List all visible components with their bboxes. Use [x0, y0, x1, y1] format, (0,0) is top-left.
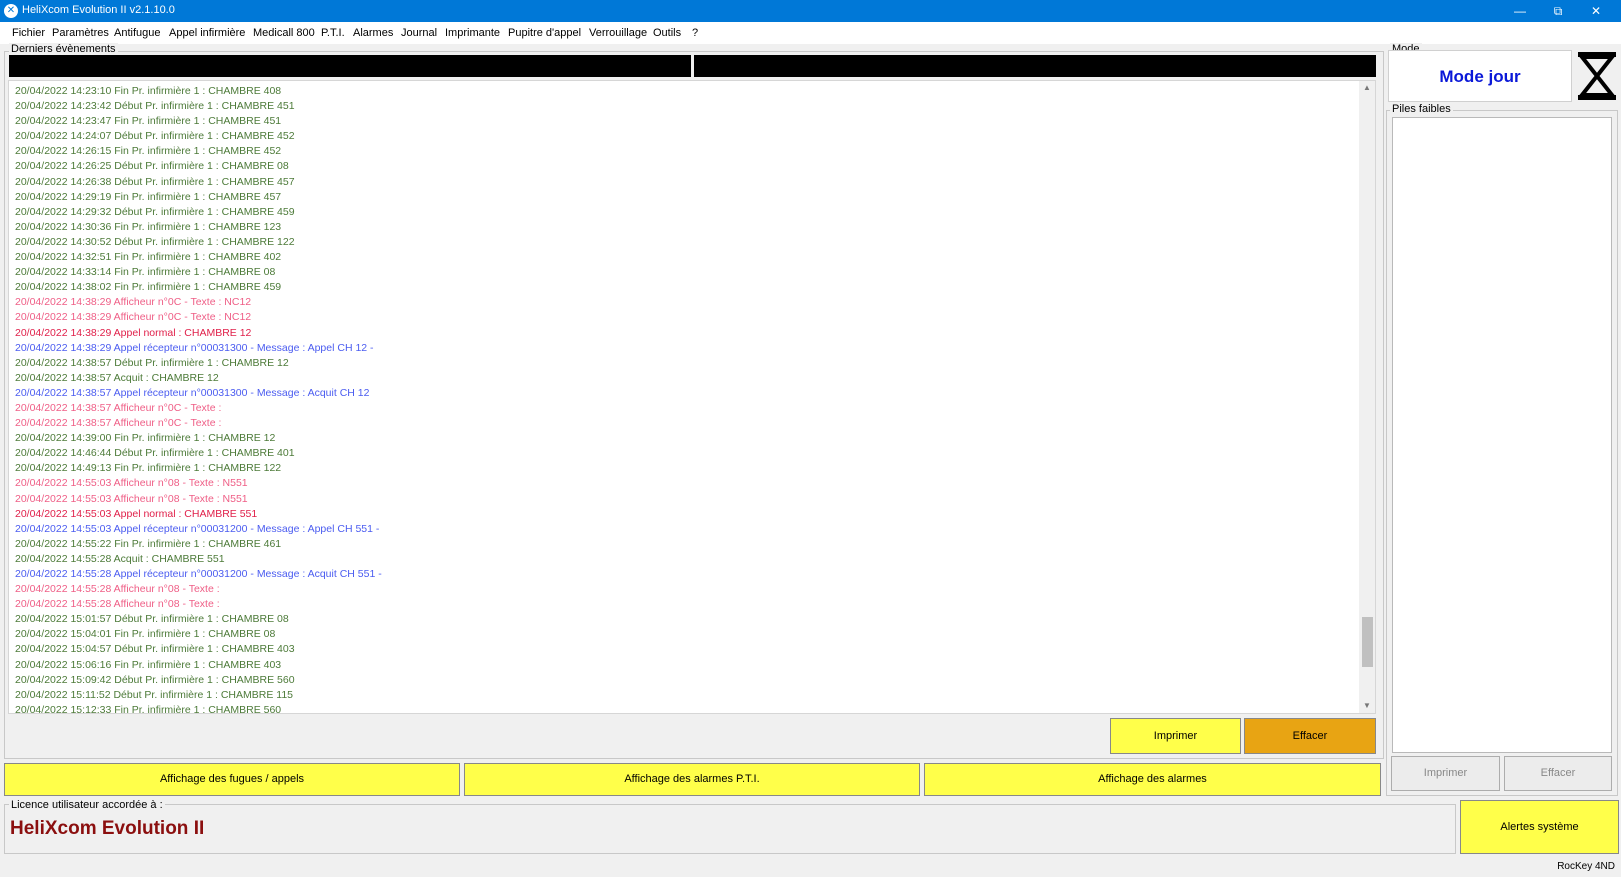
log-line: 20/04/2022 14:26:38 Début Pr. infirmière…	[15, 175, 295, 188]
license-name: HeliXcom Evolution II	[10, 818, 205, 839]
log-line: 20/04/2022 14:30:52 Début Pr. infirmière…	[15, 235, 295, 248]
log-line: 20/04/2022 14:23:10 Fin Pr. infirmière 1…	[15, 85, 282, 97]
log-line: 20/04/2022 14:39:00 Fin Pr. infirmière 1…	[15, 432, 276, 445]
log-line: 20/04/2022 15:09:42 Début Pr. infirmière…	[15, 673, 295, 686]
scroll-thumb[interactable]	[1362, 617, 1373, 667]
menu-fichier[interactable]: Fichier	[12, 27, 45, 39]
log-line: 20/04/2022 14:23:47 Fin Pr. infirmière 1…	[15, 115, 282, 128]
events-log[interactable]: 20/04/2022 14:23:10 Fin Pr. infirmière 1…	[8, 80, 1376, 714]
window-title: HeliXcom Evolution II v2.1.10.0	[22, 4, 175, 16]
log-line: 20/04/2022 15:11:52 Début Pr. infirmière…	[15, 688, 294, 701]
events-print-button[interactable]: Imprimer	[1110, 718, 1241, 754]
menu-outils[interactable]: Outils	[653, 27, 681, 39]
events-clear-button[interactable]: Effacer	[1244, 718, 1376, 754]
scroll-down-arrow[interactable]: ▼	[1359, 699, 1375, 713]
log-line: 20/04/2022 14:38:29 Appel normal : CHAMB…	[15, 326, 252, 339]
events-group-label: Derniers évènements	[9, 43, 118, 55]
license-group	[4, 804, 1456, 854]
menu-pupitre-appel[interactable]: Pupitre d'appel	[508, 27, 581, 39]
log-line: 20/04/2022 14:55:22 Fin Pr. infirmière 1…	[15, 537, 282, 550]
piles-list[interactable]	[1392, 117, 1612, 753]
log-line: 20/04/2022 14:38:57 Afficheur n°0C - Tex…	[15, 401, 222, 414]
log-line: 20/04/2022 14:38:57 Acquit : CHAMBRE 12	[15, 371, 219, 384]
log-line: 20/04/2022 14:38:29 Appel récepteur n°00…	[15, 341, 374, 354]
log-line: 20/04/2022 14:29:19 Fin Pr. infirmière 1…	[15, 190, 282, 203]
log-line: 20/04/2022 14:55:28 Acquit : CHAMBRE 551	[15, 552, 225, 565]
display-pti-button[interactable]: Affichage des alarmes P.T.I.	[464, 763, 920, 796]
status-bar-left	[9, 55, 691, 77]
log-line: 20/04/2022 14:30:36 Fin Pr. infirmière 1…	[15, 220, 282, 233]
log-line: 20/04/2022 14:46:44 Début Pr. infirmière…	[15, 447, 295, 460]
piles-print-button[interactable]: Imprimer	[1391, 756, 1500, 791]
log-line: 20/04/2022 14:55:28 Appel récepteur n°00…	[15, 568, 382, 580]
log-line: 20/04/2022 14:55:03 Appel normal : CHAMB…	[15, 507, 258, 520]
log-line: 20/04/2022 15:04:01 Fin Pr. infirmière 1…	[15, 628, 276, 641]
menu-help[interactable]: ?	[692, 27, 698, 39]
piles-clear-button[interactable]: Effacer	[1504, 756, 1612, 791]
log-line: 20/04/2022 14:38:29 Afficheur n°0C - Tex…	[15, 296, 252, 309]
license-label: Licence utilisateur accordée à :	[9, 799, 165, 811]
events-log-lines: 20/04/2022 14:23:10 Fin Pr. infirmière 1…	[15, 84, 1355, 714]
log-line: 20/04/2022 14:38:57 Appel récepteur n°00…	[15, 386, 370, 399]
menu-antifugue[interactable]: Antifugue	[114, 27, 160, 39]
hourglass-icon	[1577, 52, 1617, 100]
log-scrollbar[interactable]: ▲ ▼	[1359, 81, 1375, 713]
log-line: 20/04/2022 14:38:02 Fin Pr. infirmière 1…	[15, 281, 282, 294]
rockey-status: RocKey 4ND	[1557, 861, 1615, 872]
log-line: 20/04/2022 14:26:25 Début Pr. infirmière…	[15, 160, 289, 173]
log-line: 20/04/2022 14:49:13 Fin Pr. infirmière 1…	[15, 462, 282, 475]
log-line: 20/04/2022 14:55:03 Appel récepteur n°00…	[15, 522, 380, 535]
log-line: 20/04/2022 14:55:28 Afficheur n°08 - Tex…	[15, 583, 220, 596]
status-bar: RocKey 4ND	[0, 856, 1621, 877]
log-line: 20/04/2022 15:12:33 Fin Pr. infirmière 1…	[15, 703, 282, 714]
scroll-up-arrow[interactable]: ▲	[1359, 81, 1375, 95]
log-line: 20/04/2022 14:23:42 Début Pr. infirmière…	[15, 100, 295, 113]
system-alerts-button[interactable]: Alertes système	[1460, 800, 1619, 854]
close-button[interactable]: ✕	[1573, 0, 1619, 22]
log-line: 20/04/2022 14:38:57 Afficheur n°0C - Tex…	[15, 417, 222, 430]
log-line: 20/04/2022 14:38:57 Début Pr. infirmière…	[15, 356, 289, 369]
log-line: 20/04/2022 14:32:51 Fin Pr. infirmière 1…	[15, 251, 282, 264]
menu-pti[interactable]: P.T.I.	[321, 27, 345, 39]
menu-parametres[interactable]: Paramètres	[52, 27, 109, 39]
menu-appel-infirmiere[interactable]: Appel infirmière	[169, 27, 245, 39]
title-bar: ✕ HeliXcom Evolution II v2.1.10.0 — ⧉ ✕	[0, 0, 1621, 22]
log-line: 20/04/2022 14:33:14 Fin Pr. infirmière 1…	[15, 266, 276, 279]
menu-journal[interactable]: Journal	[401, 27, 437, 39]
log-line: 20/04/2022 15:01:57 Début Pr. infirmière…	[15, 613, 289, 626]
log-line: 20/04/2022 14:26:15 Fin Pr. infirmière 1…	[15, 145, 282, 158]
log-line: 20/04/2022 14:55:03 Afficheur n°08 - Tex…	[15, 492, 248, 505]
mode-display[interactable]: Mode jour	[1388, 50, 1572, 102]
log-line: 20/04/2022 15:06:16 Fin Pr. infirmière 1…	[15, 658, 282, 671]
menu-alarmes[interactable]: Alarmes	[353, 27, 393, 39]
log-line: 20/04/2022 14:38:29 Afficheur n°0C - Tex…	[15, 311, 252, 324]
display-alarmes-button[interactable]: Affichage des alarmes	[924, 763, 1381, 796]
menu-medicall-800[interactable]: Medicall 800	[253, 27, 315, 39]
display-fugues-button[interactable]: Affichage des fugues / appels	[4, 763, 460, 796]
log-line: 20/04/2022 14:24:07 Début Pr. infirmière…	[15, 130, 295, 143]
piles-group-label: Piles faibles	[1390, 103, 1453, 115]
status-bar-right	[694, 55, 1376, 77]
app-icon: ✕	[4, 4, 18, 18]
log-line: 20/04/2022 14:55:28 Afficheur n°08 - Tex…	[15, 598, 220, 611]
menu-verrouillage[interactable]: Verrouillage	[589, 27, 647, 39]
log-line: 20/04/2022 15:04:57 Début Pr. infirmière…	[15, 643, 295, 656]
log-line: 20/04/2022 14:55:03 Afficheur n°08 - Tex…	[15, 477, 248, 490]
menu-bar: Fichier Paramètres Antifugue Appel infir…	[0, 22, 1621, 44]
menu-imprimante[interactable]: Imprimante	[445, 27, 500, 39]
log-line: 20/04/2022 14:29:32 Début Pr. infirmière…	[15, 205, 295, 218]
